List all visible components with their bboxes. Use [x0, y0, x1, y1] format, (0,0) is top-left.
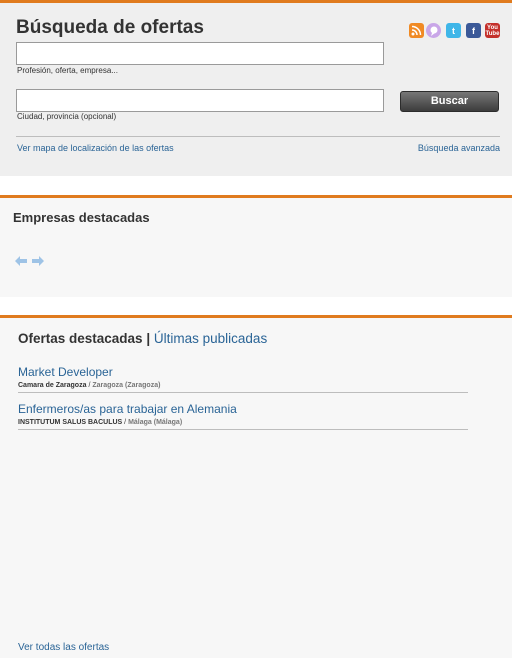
- offer-location: Málaga (Málaga): [128, 419, 183, 426]
- offer-meta: INSTITUTUM SALUS BACULUS / Málaga (Málag…: [18, 419, 468, 429]
- featured-companies-panel: Empresas destacadas: [0, 195, 512, 297]
- chat-icon[interactable]: [426, 23, 441, 38]
- profession-input[interactable]: [16, 42, 384, 65]
- youtube-icon[interactable]: You Tube: [485, 23, 500, 38]
- profession-hint: Profesión, oferta, empresa...: [17, 66, 118, 75]
- rss-icon[interactable]: [409, 23, 424, 38]
- divider: [16, 136, 500, 137]
- offers-tabs: Ofertas destacadas | Últimas publicadas: [18, 331, 267, 346]
- tab-featured-offers[interactable]: Ofertas destacadas: [18, 331, 143, 346]
- location-hint: Ciudad, provincia (opcional): [17, 112, 117, 121]
- offer-item: Market Developer Camara de Zaragoza / Za…: [18, 365, 468, 393]
- offer-company: Camara de Zaragoza: [18, 382, 87, 389]
- offer-item: Enfermeros/as para trabajar en Alemania …: [18, 402, 468, 430]
- offer-separator: /: [88, 382, 91, 389]
- advanced-search-link[interactable]: Búsqueda avanzada: [418, 143, 500, 153]
- map-link[interactable]: Ver mapa de localización de las ofertas: [17, 143, 174, 153]
- location-input[interactable]: [16, 89, 384, 112]
- twitter-icon[interactable]: t: [446, 23, 461, 38]
- offer-meta: Camara de Zaragoza / Zaragoza (Zaragoza): [18, 382, 468, 392]
- offer-company: INSTITUTUM SALUS BACULUS: [18, 419, 123, 426]
- see-all-offers-link[interactable]: Ver todas las ofertas: [18, 642, 109, 653]
- offer-title[interactable]: Enfermeros/as para trabajar en Alemania: [18, 402, 468, 416]
- offer-separator: /: [124, 419, 127, 426]
- arrow-left-icon[interactable]: [15, 253, 27, 266]
- offer-title[interactable]: Market Developer: [18, 365, 468, 379]
- offers-panel: Ofertas destacadas | Últimas publicadas …: [0, 315, 512, 658]
- arrow-right-icon[interactable]: [32, 253, 44, 266]
- search-title: Búsqueda de ofertas: [16, 17, 204, 38]
- search-button[interactable]: Buscar: [400, 91, 499, 112]
- offer-location: Zaragoza (Zaragoza): [92, 382, 161, 389]
- facebook-icon[interactable]: f: [466, 23, 481, 38]
- featured-companies-title: Empresas destacadas: [13, 210, 150, 225]
- search-panel: Búsqueda de ofertas t f You Tube Profesió…: [0, 0, 512, 176]
- tab-latest-offers[interactable]: Últimas publicadas: [154, 331, 267, 346]
- tab-separator: |: [146, 331, 151, 346]
